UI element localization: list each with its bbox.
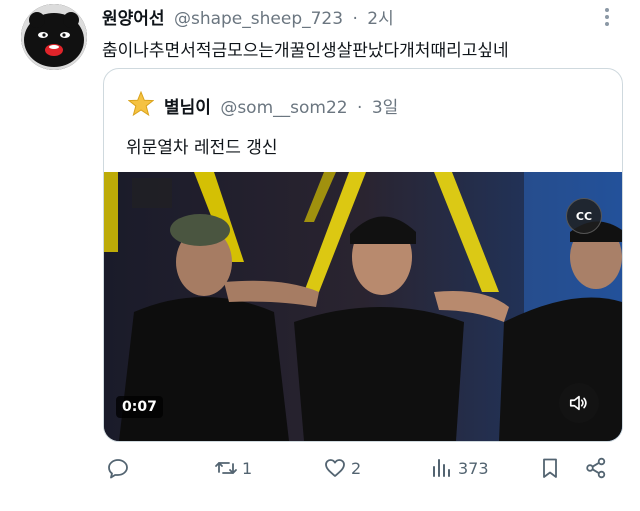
mute-button[interactable] — [559, 383, 599, 423]
speaker-icon — [569, 395, 587, 411]
like-button[interactable]: 2 — [323, 452, 361, 484]
quoted-tweet[interactable]: 별님이 @som__som22 · 3일 위문열차 레전드 갱신 CC 0:07 — [103, 68, 623, 442]
quoted-handle[interactable]: @som__som22 — [220, 98, 347, 118]
tweet-header: 원양어선 @shape_sheep_723 · 2시 — [102, 4, 394, 29]
bar-chart-icon — [433, 459, 450, 477]
closed-captions-button[interactable]: CC — [566, 198, 602, 234]
quoted-timestamp[interactable]: 3일 — [372, 98, 398, 118]
video-player[interactable]: CC 0:07 — [104, 172, 622, 441]
share-icon — [586, 457, 606, 479]
vertical-dots-icon — [605, 8, 609, 26]
share-button[interactable] — [584, 452, 608, 484]
view-count: 373 — [458, 458, 489, 478]
quoted-tweet-text: 위문열차 레전드 갱신 — [126, 138, 278, 158]
quoted-separator: · — [357, 98, 363, 118]
quoted-display-name[interactable]: 별님이 — [164, 98, 211, 118]
display-name[interactable]: 원양어선 — [102, 9, 165, 29]
more-options-button[interactable] — [596, 6, 618, 28]
timestamp[interactable]: 2시 — [367, 9, 393, 29]
retweet-icon — [215, 462, 237, 474]
video-duration: 0:07 — [116, 396, 163, 418]
bookmark-icon — [543, 458, 557, 478]
views-button[interactable]: 373 — [430, 452, 489, 484]
video-frame — [104, 172, 622, 441]
bookmark-button[interactable] — [538, 452, 562, 484]
star-avatar-icon — [127, 90, 155, 117]
sheep-avatar-icon — [21, 4, 87, 70]
separator: · — [352, 9, 358, 29]
quoted-tweet-header: 별님이 @som__som22 · 3일 — [164, 93, 398, 118]
heart-icon — [325, 459, 345, 477]
handle[interactable]: @shape_sheep_723 — [174, 9, 343, 29]
reply-button[interactable] — [106, 452, 134, 484]
tweet-text: 춤이나추면서적금모으는개꿀인생살판났다개처때리고싶네 — [102, 41, 509, 61]
like-count: 2 — [351, 458, 362, 478]
avatar[interactable] — [21, 4, 87, 70]
retweet-count: 1 — [242, 458, 253, 478]
retweet-button[interactable]: 1 — [214, 452, 252, 484]
reply-icon — [108, 459, 128, 479]
